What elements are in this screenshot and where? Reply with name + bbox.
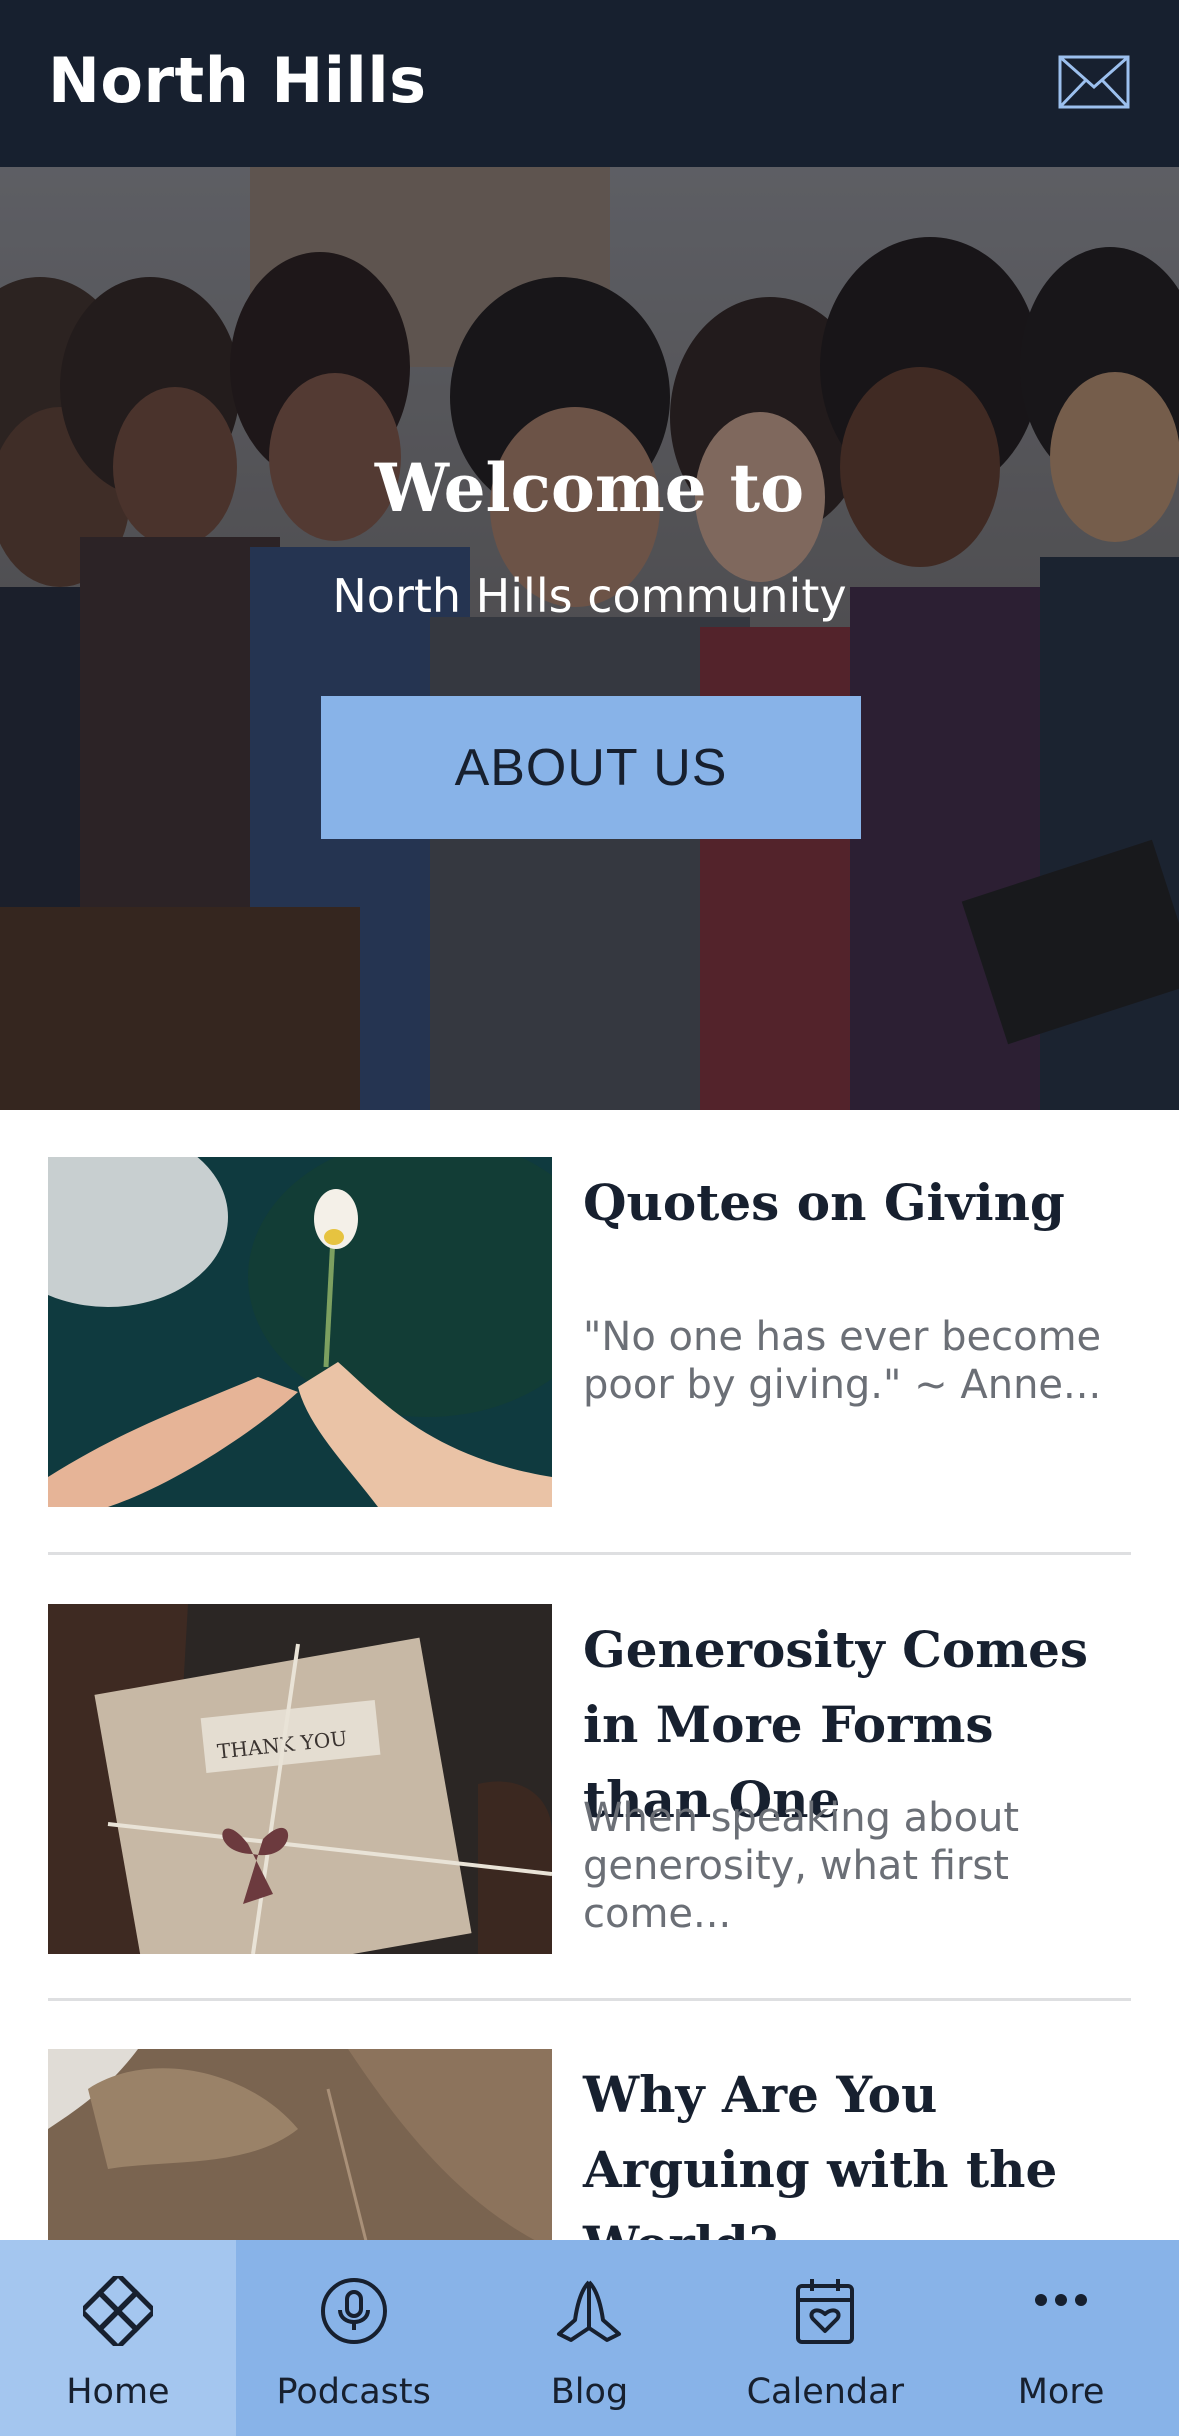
hero-heading: Welcome to: [374, 449, 805, 527]
nav-label: Home: [66, 2372, 170, 2412]
about-us-button[interactable]: ABOUT US: [321, 696, 861, 839]
home-knot-icon: [82, 2276, 153, 2346]
list-item[interactable]: Why Are You Arguing with the World?: [48, 2049, 1131, 2240]
more-dots-icon: [1035, 2294, 1088, 2306]
praying-hands-icon: [557, 2280, 622, 2342]
article-thumbnail: [48, 2049, 552, 2240]
nav-label: More: [1017, 2372, 1105, 2412]
microphone-icon: [320, 2278, 387, 2344]
app-title: North Hills: [48, 44, 427, 117]
bottom-nav: Home Podcasts Blog Calendar More: [0, 2240, 1179, 2436]
nav-item-more[interactable]: More: [943, 2240, 1179, 2436]
nav-label: Podcasts: [276, 2372, 431, 2412]
article-thumbnail: [48, 1157, 552, 1507]
app-header: North Hills: [0, 0, 1179, 167]
nav-label: Blog: [550, 2372, 629, 2412]
list-item[interactable]: THANK YOU Generosity Comes in More Forms…: [48, 1604, 1131, 1954]
hero-banner: Welcome to North Hills community ABOUT U…: [0, 167, 1179, 1110]
hero-overlay: [0, 167, 1179, 1110]
nav-label: Calendar: [746, 2372, 904, 2412]
calendar-heart-icon: [796, 2279, 855, 2344]
nav-item-calendar[interactable]: Calendar: [707, 2240, 943, 2436]
divider: [48, 1998, 1131, 2001]
article-list: Quotes on Giving "No one has ever become…: [0, 1110, 1179, 2240]
nav-item-home[interactable]: Home: [0, 2240, 236, 2436]
envelope-icon[interactable]: [1056, 52, 1132, 112]
article-title: Why Are You Arguing with the World?: [583, 2065, 1058, 2240]
nav-item-blog[interactable]: Blog: [472, 2240, 708, 2436]
article-title: Quotes on Giving: [583, 1173, 1065, 1232]
article-thumbnail: THANK YOU: [48, 1604, 552, 1954]
divider: [48, 1552, 1131, 1555]
article-excerpt: When speaking about generosity, what fir…: [583, 1795, 1020, 1937]
list-item[interactable]: Quotes on Giving "No one has ever become…: [48, 1157, 1131, 1507]
nav-item-podcasts[interactable]: Podcasts: [236, 2240, 472, 2436]
article-excerpt: "No one has ever become poor by giving."…: [583, 1314, 1102, 1408]
hero-subheading: North Hills community: [332, 569, 847, 623]
